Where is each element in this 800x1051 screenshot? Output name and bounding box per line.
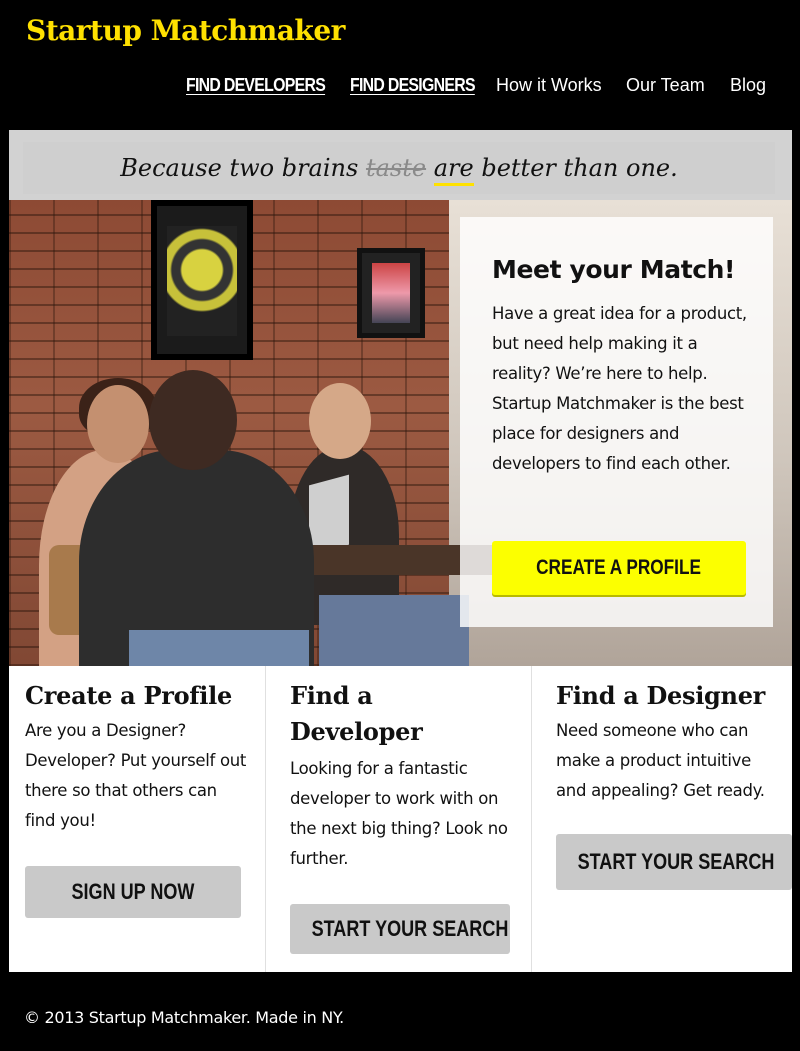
- create-profile-label: CREATE A PROFILE: [536, 556, 702, 579]
- main-content: Because two brains taste are better than…: [9, 130, 792, 972]
- tagline-struck-word: taste: [365, 154, 427, 182]
- site-logo[interactable]: Startup Matchmaker: [26, 14, 345, 47]
- hero-photo-person: [309, 383, 371, 459]
- copyright-text: © 2013 Startup Matchmaker. Made in NY.: [24, 1008, 344, 1027]
- hero-photo-person: [149, 370, 237, 470]
- start-search-developer-button[interactable]: START YOUR SEARCH: [290, 904, 510, 954]
- hero-title: Meet your Match!: [492, 255, 736, 284]
- hero-photo-small-painting: [357, 248, 425, 338]
- site-header: Startup Matchmaker FIND DEVELOPERS FIND …: [0, 0, 800, 122]
- feature-find-designer: Find a Designer Need someone who can mak…: [532, 666, 792, 972]
- hero-photo-laptop: [309, 474, 349, 556]
- site-footer: © 2013 Startup Matchmaker. Made in NY.: [0, 984, 800, 1051]
- hero-card: Meet your Match! Have a great idea for a…: [460, 217, 773, 627]
- feature-title: Find a Developer: [290, 681, 423, 746]
- nav-our-team[interactable]: Our Team: [626, 70, 705, 100]
- feature-description: Need someone who can make a product intu…: [556, 721, 765, 800]
- feature-description: Looking for a fantastic developer to wor…: [290, 759, 508, 868]
- sign-up-now-label: SIGN UP NOW: [71, 879, 195, 904]
- nav-find-designers[interactable]: FIND DESIGNERS: [350, 70, 476, 100]
- start-search-label: START YOUR SEARCH: [577, 849, 775, 874]
- tagline-end: better than one.: [481, 154, 678, 182]
- features-row: Create a Profile Are you a Designer? Dev…: [9, 666, 792, 972]
- hero-section: Meet your Match! Have a great idea for a…: [9, 200, 792, 720]
- tagline: Because two brains taste are better than…: [23, 142, 775, 194]
- create-profile-button[interactable]: CREATE A PROFILE: [492, 541, 746, 595]
- feature-create-profile: Create a Profile Are you a Designer? Dev…: [9, 666, 264, 972]
- start-search-designer-button[interactable]: START YOUR SEARCH: [556, 834, 792, 890]
- feature-description: Are you a Designer? Developer? Put yours…: [25, 721, 247, 830]
- hero-photo-person: [87, 385, 149, 463]
- tagline-start: Because two brains: [120, 154, 359, 182]
- hero-photo-person: [319, 595, 469, 675]
- feature-title: Find a Designer: [556, 681, 766, 710]
- nav-find-developers[interactable]: FIND DEVELOPERS: [186, 70, 326, 100]
- feature-find-developer: Find a Developer Looking for a fantastic…: [266, 666, 530, 972]
- sign-up-now-button[interactable]: SIGN UP NOW: [25, 866, 241, 918]
- tagline-underlined-word: are: [433, 154, 474, 186]
- nav-blog[interactable]: Blog: [730, 70, 766, 100]
- hero-description: Have a great idea for a product, but nee…: [492, 304, 747, 473]
- hero-photo-painting: [151, 200, 253, 360]
- feature-title: Create a Profile: [25, 681, 232, 710]
- nav-how-it-works[interactable]: How it Works: [496, 70, 602, 100]
- start-search-label: START YOUR SEARCH: [311, 916, 509, 941]
